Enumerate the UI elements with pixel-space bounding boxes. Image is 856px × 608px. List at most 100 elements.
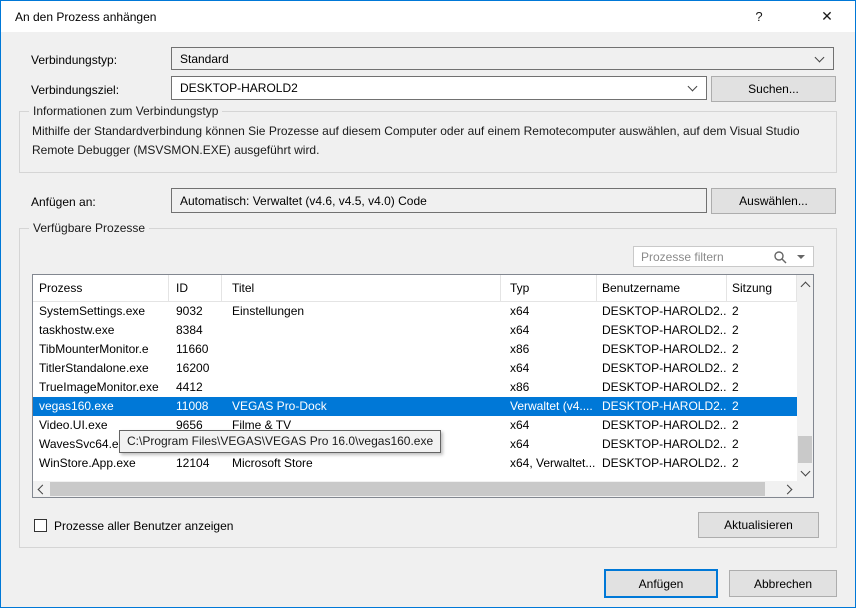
process-table-header: ProzessIDTitelTypBenutzernameSitzung: [33, 275, 797, 302]
table-cell: SystemSettings.exe: [33, 302, 169, 321]
column-header-titel[interactable]: Titel: [222, 275, 501, 301]
table-cell: x86: [501, 378, 597, 397]
table-cell: [222, 340, 501, 359]
horizontal-scrollbar[interactable]: [33, 481, 797, 497]
connection-info-group: Informationen zum Verbindungstyp Mithilf…: [19, 111, 837, 173]
table-cell: 8384: [169, 321, 222, 340]
table-row[interactable]: WinStore.App.exe12104Microsoft Storex64,…: [33, 454, 797, 473]
search-icon[interactable]: [773, 250, 787, 264]
process-path-tooltip: C:\Program Files\VEGAS\VEGAS Pro 16.0\ve…: [119, 430, 441, 453]
table-cell: 2: [727, 321, 797, 340]
connection-target-label: Verbindungsziel:: [31, 83, 119, 97]
chevron-down-icon: [815, 53, 825, 63]
table-cell: DESKTOP-HAROLD2...: [597, 302, 727, 321]
column-header-sitzung[interactable]: Sitzung: [727, 275, 797, 301]
table-row[interactable]: SystemSettings.exe9032Einstellungenx64DE…: [33, 302, 797, 321]
attach-to-value: Automatisch: Verwaltet (v4.6, v4.5, v4.0…: [180, 194, 427, 208]
table-cell: 2: [727, 454, 797, 473]
table-cell: x64: [501, 302, 597, 321]
table-row[interactable]: TibMounterMonitor.e11660 x86DESKTOP-HAROL…: [33, 340, 797, 359]
table-cell: x64, Verwaltet...: [501, 454, 597, 473]
scroll-left-icon[interactable]: [33, 481, 49, 498]
vertical-scrollbar-thumb[interactable]: [798, 436, 812, 463]
table-cell: [222, 378, 501, 397]
table-cell: 2: [727, 340, 797, 359]
vertical-scrollbar[interactable]: [797, 275, 813, 481]
table-cell: taskhostw.exe: [33, 321, 169, 340]
filter-dropdown-icon[interactable]: [797, 255, 805, 259]
connection-type-dropdown[interactable]: Standard: [171, 47, 834, 70]
search-button[interactable]: Suchen...: [711, 76, 836, 102]
column-header-typ[interactable]: Typ: [501, 275, 597, 301]
table-row[interactable]: vegas160.exe11008VEGAS Pro-DockVerwaltet…: [33, 397, 797, 416]
select-button[interactable]: Auswählen...: [711, 188, 836, 214]
connection-target-combobox[interactable]: DESKTOP-HAROLD2: [171, 76, 707, 100]
table-cell: 12104: [169, 454, 222, 473]
table-cell: DESKTOP-HAROLD2...: [597, 359, 727, 378]
table-cell: 11008: [169, 397, 222, 416]
cancel-button[interactable]: Abbrechen: [729, 570, 837, 597]
horizontal-scrollbar-thumb[interactable]: [50, 482, 765, 496]
table-cell: 2: [727, 397, 797, 416]
table-row[interactable]: taskhostw.exe8384 x64DESKTOP-HAROLD2...2: [33, 321, 797, 340]
table-cell: DESKTOP-HAROLD2...: [597, 321, 727, 340]
attach-to-field[interactable]: Automatisch: Verwaltet (v4.6, v4.5, v4.0…: [171, 188, 707, 213]
close-icon[interactable]: ✕: [807, 1, 847, 32]
available-processes-group-title: Verfügbare Prozesse: [29, 221, 149, 235]
table-cell: 11660: [169, 340, 222, 359]
table-cell: vegas160.exe: [33, 397, 169, 416]
connection-type-value: Standard: [180, 52, 229, 66]
scroll-up-icon[interactable]: [797, 275, 813, 292]
table-row[interactable]: TrueImageMonitor.exe4412 x86DESKTOP-HAROL…: [33, 378, 797, 397]
column-header-prozess[interactable]: Prozess: [33, 275, 169, 301]
dialog-title: An den Prozess anhängen: [15, 10, 156, 24]
attach-to-label: Anfügen an:: [31, 195, 96, 209]
table-cell: 2: [727, 378, 797, 397]
table-cell: WinStore.App.exe: [33, 454, 169, 473]
table-cell: 9032: [169, 302, 222, 321]
show-all-users-checkbox[interactable]: [34, 519, 47, 532]
table-cell: TrueImageMonitor.exe: [33, 378, 169, 397]
process-list: ProzessIDTitelTypBenutzernameSitzung Sys…: [32, 274, 814, 498]
help-icon[interactable]: ?: [739, 1, 779, 32]
table-cell: DESKTOP-HAROLD2...: [597, 340, 727, 359]
show-all-users-label: Prozesse aller Benutzer anzeigen: [54, 519, 233, 533]
process-filter-box: [633, 246, 814, 267]
table-cell: 4412: [169, 378, 222, 397]
scrollbar-corner: [797, 481, 813, 497]
table-cell: [222, 321, 501, 340]
process-filter-input[interactable]: [641, 248, 771, 265]
connection-target-value: DESKTOP-HAROLD2: [180, 81, 298, 95]
table-cell: x64: [501, 435, 597, 454]
table-cell: x86: [501, 340, 597, 359]
table-row[interactable]: TitlerStandalone.exe16200 x64DESKTOP-HARO…: [33, 359, 797, 378]
refresh-button[interactable]: Aktualisieren: [698, 512, 819, 538]
table-cell: TitlerStandalone.exe: [33, 359, 169, 378]
table-cell: 16200: [169, 359, 222, 378]
connection-info-group-title: Informationen zum Verbindungstyp: [29, 104, 222, 118]
table-cell: DESKTOP-HAROLD2...: [597, 454, 727, 473]
table-cell: Microsoft Store: [222, 454, 501, 473]
table-cell: x64: [501, 416, 597, 435]
scroll-right-icon[interactable]: [781, 481, 797, 498]
table-cell: DESKTOP-HAROLD2...: [597, 397, 727, 416]
table-cell: DESKTOP-HAROLD2...: [597, 435, 727, 454]
title-bar: An den Prozess anhängen ? ✕: [1, 1, 855, 32]
attach-button[interactable]: Anfügen: [604, 569, 718, 598]
column-header-id[interactable]: ID: [169, 275, 222, 301]
table-cell: x64: [501, 359, 597, 378]
chevron-down-icon: [688, 82, 698, 92]
table-cell: 2: [727, 416, 797, 435]
connection-info-text: Mithilfe der Standardverbindung können S…: [32, 122, 832, 160]
column-header-benutzername[interactable]: Benutzername: [597, 275, 727, 301]
table-cell: 2: [727, 359, 797, 378]
table-cell: DESKTOP-HAROLD2...: [597, 378, 727, 397]
table-cell: VEGAS Pro-Dock: [222, 397, 501, 416]
table-cell: x64: [501, 321, 597, 340]
table-cell: TibMounterMonitor.e: [33, 340, 169, 359]
table-cell: 2: [727, 435, 797, 454]
table-cell: [222, 359, 501, 378]
scroll-down-icon[interactable]: [797, 464, 813, 481]
table-cell: 2: [727, 302, 797, 321]
table-cell: DESKTOP-HAROLD2...: [597, 416, 727, 435]
